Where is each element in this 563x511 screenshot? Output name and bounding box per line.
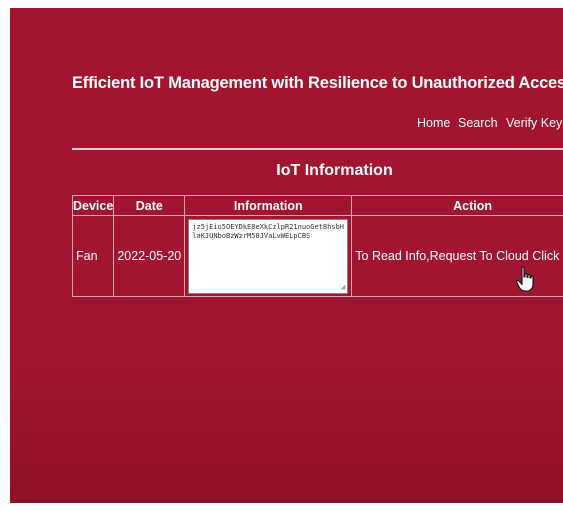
nav-verify-key-link[interactable]: Verify Key [506, 116, 562, 130]
date-cell: 2022-05-20 [113, 215, 186, 297]
table-header-row: Device Date Information Action [71, 195, 563, 216]
header-divider [72, 148, 563, 150]
click-here-link[interactable]: Click Here [532, 249, 563, 263]
section-title: IoT Information [276, 162, 393, 179]
hand-pointer-cursor-icon [516, 266, 534, 292]
iot-info-table: Device Date Information Action Fan 2022-… [71, 195, 563, 297]
information-text: jz5jEio5OEYDkE8eXkCzlpR21nuoGet8hsbHlaKJ… [192, 222, 344, 240]
column-header-date: Date [113, 195, 186, 216]
action-text: To Read Info,Request To Cloud [355, 249, 529, 263]
nav-home-link[interactable]: Home [417, 116, 450, 130]
information-cell: jz5jEio5OEYDkE8eXkCzlpR21nuoGet8hsbHlaKJ… [184, 215, 353, 297]
device-cell: Fan [71, 215, 115, 297]
nav-search-link[interactable]: Search [458, 116, 498, 130]
page-title: Efficient IoT Management with Resilience… [72, 74, 563, 92]
column-header-action: Action [351, 195, 563, 216]
resize-handle-icon[interactable]: ◢ [340, 282, 345, 291]
table-row: Fan 2022-05-20 jz5jEio5OEYDkE8eXkCzlpR21… [71, 215, 563, 297]
information-textarea[interactable]: jz5jEio5OEYDkE8eXkCzlpR21nuoGet8hsbHlaKJ… [188, 218, 349, 294]
page-background: Efficient IoT Management with Resilience… [10, 8, 563, 503]
column-header-information: Information [184, 195, 353, 216]
column-header-device: Device [71, 195, 115, 216]
